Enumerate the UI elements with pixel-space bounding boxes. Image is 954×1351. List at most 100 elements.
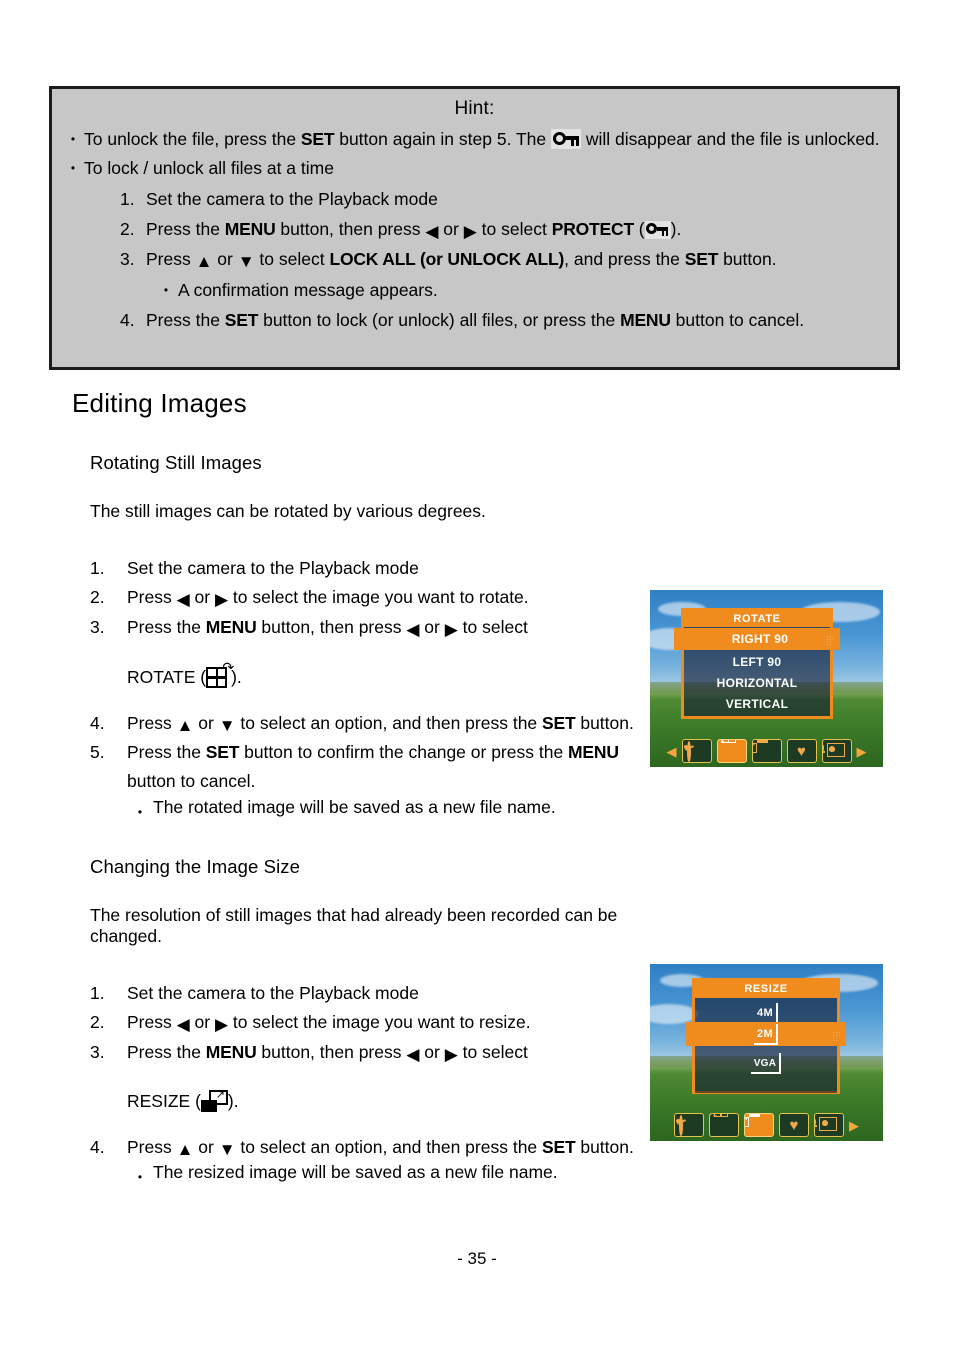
hint-bullet-2-text: To lock / unlock all files at a time — [84, 158, 334, 179]
t: Press the — [127, 616, 206, 637]
rotate-step-5-number: 5. — [90, 741, 105, 762]
paren-open: ( — [633, 219, 645, 240]
t: Press the — [127, 1041, 206, 1062]
resize-step-2-number: 2. — [90, 1012, 105, 1033]
rotate-label: ROTATE ( — [127, 667, 207, 688]
rotate-step-4-number: 4. — [90, 712, 105, 733]
hint-step-1-number: 1. — [120, 188, 135, 209]
nav-right-arrow-icon[interactable]: ▶ — [857, 745, 867, 758]
left-triangle-icon: ◀ — [176, 1015, 190, 1035]
voice-memo-icon-button[interactable] — [821, 739, 852, 763]
favorite-heart-icon: ♥ — [789, 1116, 799, 1134]
hint-step-3-number: 3. — [120, 249, 135, 270]
camera-lcd-resize-screenshot: RESIZE 4M VGA 2M ::::: ↷ ↗ ♥ ▶ — [650, 964, 883, 1141]
effect-icon-button[interactable] — [681, 739, 712, 763]
bullet-dot-icon: • — [137, 1169, 143, 1184]
up-triangle-icon: ▲ — [176, 1139, 194, 1159]
t: Press the — [127, 741, 206, 762]
t: Press — [127, 587, 177, 608]
bullet-dot-icon: • — [137, 804, 143, 819]
resize-icon-button[interactable]: ↗ — [751, 739, 782, 763]
resize-lcd-iconbar: ↷ ↗ ♥ ▶ — [650, 1113, 883, 1137]
nav-right-arrow-icon[interactable]: ▶ — [849, 1119, 859, 1132]
effect-icon-button[interactable] — [674, 1113, 704, 1137]
hint-bullet-2: • To lock / unlock all files at a time — [62, 154, 885, 182]
hint-step-2: 2. Press the MENU button, then press ◀ o… — [120, 215, 885, 243]
resize-label-end: ). — [227, 1091, 239, 1112]
rotate-icon: ↷ — [710, 1114, 734, 1133]
favorite-icon-button[interactable]: ♥ — [779, 1113, 809, 1137]
resize-option-vga: VGA — [753, 1057, 777, 1069]
rotate-option-vertical[interactable]: VERTICAL — [684, 694, 830, 715]
favorite-icon-button[interactable]: ♥ — [786, 739, 817, 763]
resize-icon-button[interactable]: ↗ — [744, 1113, 774, 1137]
t: Press the — [146, 310, 225, 331]
hint-step-2-text: Press the MENU button, then press ◀ or ▶… — [146, 215, 885, 243]
t: to select an option, and then press the — [235, 1136, 543, 1157]
rotate-option-horizontal[interactable]: HORIZONTAL — [684, 673, 830, 694]
lock-icon — [644, 221, 671, 240]
resize-step-1-text: Set the camera to the Playback mode — [127, 983, 419, 1003]
set-keyword: SET — [684, 249, 719, 270]
rotate-menu-panel: ROTATE x LEFT 90 HORIZONTAL VERTICAL — [681, 608, 833, 719]
resize-section-title: Changing the Image Size — [90, 856, 301, 877]
rotate-option-right90[interactable]: RIGHT 90 — [674, 628, 840, 650]
left-triangle-icon: ◀ — [176, 590, 190, 610]
rotate-label-line: ROTATE (↷). — [127, 660, 650, 692]
rotate-step-3-number: 3. — [90, 616, 105, 637]
right-triangle-icon: ▶ — [214, 590, 229, 610]
bullet-dot-icon: • — [70, 132, 76, 146]
up-triangle-icon: ▲ — [195, 252, 213, 272]
effect-icon — [686, 741, 707, 762]
set-keyword: SET — [300, 129, 335, 149]
rotate-selected-highlight[interactable]: RIGHT 90 ::::: — [674, 628, 840, 650]
hint-step-4-text: Press the SET button to lock (or unlock)… — [146, 306, 885, 334]
down-triangle-icon: ▼ — [218, 715, 236, 735]
menu-keyword: MENU — [620, 310, 671, 331]
voice-memo-icon — [815, 1117, 839, 1133]
rotate-icon-button[interactable]: ↷ — [709, 1113, 739, 1137]
right-triangle-icon: ▶ — [444, 1044, 458, 1064]
rotate-step-2-number: 2. — [90, 587, 105, 608]
t: button. — [718, 249, 777, 270]
resize-step-2: 2. Press ◀ or ▶ to select the image you … — [90, 1008, 650, 1037]
menu-keyword: MENU — [568, 741, 619, 762]
t: or — [193, 1136, 219, 1157]
rotate-icon-button[interactable]: ↷ — [716, 739, 747, 763]
rotate-step-2: 2. Press ◀ or ▶ to select the image you … — [90, 583, 650, 612]
hint-steps-list: 1. Set the camera to the Playback mode 2… — [62, 185, 885, 335]
voice-memo-icon-button[interactable] — [814, 1113, 844, 1137]
t: Press — [146, 249, 196, 270]
resize-selected-highlight[interactable]: 2M ::::: — [686, 1022, 846, 1046]
right-triangle-icon: ▶ — [444, 619, 458, 639]
resize-step-4-subitem: • The resized image will be saved as a n… — [127, 1162, 650, 1192]
t: button to cancel. — [127, 771, 256, 792]
t: button. — [575, 1136, 634, 1157]
resize-label-line: RESIZE (↗). — [127, 1087, 650, 1116]
lockall-keyword: LOCK ALL (or UNLOCK ALL) — [329, 249, 565, 270]
t: button, then press — [275, 219, 426, 240]
t: button to cancel. — [670, 310, 805, 331]
t: or — [419, 616, 445, 637]
down-triangle-icon: ▼ — [237, 252, 255, 272]
rotate-icon: ↷ — [718, 740, 742, 759]
left-triangle-icon: ◀ — [406, 1044, 420, 1064]
rotate-option-left90[interactable]: LEFT 90 — [684, 652, 830, 673]
resize-step-1: 1. Set the camera to the Playback mode — [90, 979, 650, 1008]
rotating-still-images-section: Rotating Still Images The still images c… — [90, 452, 650, 827]
resize-option-vga-row[interactable]: VGA — [695, 1051, 837, 1075]
resize-step-3-number: 3. — [90, 1041, 105, 1062]
nav-left-arrow-icon[interactable]: ◀ — [667, 745, 677, 758]
rotate-step-5: 5. Press the SET button to confirm the c… — [90, 738, 650, 797]
rotate-step-5-text: Press the SET button to confirm the chan… — [127, 738, 650, 797]
resize-steps-list: 1. Set the camera to the Playback mode 2… — [90, 979, 650, 1162]
rotate-steps-list: 1. Set the camera to the Playback mode 2… — [90, 554, 650, 797]
right-triangle-icon: ▶ — [214, 1015, 229, 1035]
resize-step-3: 3. Press the MENU button, then press ◀ o… — [90, 1038, 650, 1117]
t: to select — [476, 219, 552, 240]
hint-step-2-number: 2. — [120, 219, 135, 240]
rotate-menu-title: ROTATE — [684, 611, 830, 627]
hint-step-4: 4. Press the SET button to lock (or unlo… — [120, 306, 885, 334]
hint-step-3: 3. Press ▲ or ▼ to select LOCK ALL (or U… — [120, 245, 885, 273]
resize-step-4-text: Press ▲ or ▼ to select an option, and th… — [127, 1133, 650, 1162]
